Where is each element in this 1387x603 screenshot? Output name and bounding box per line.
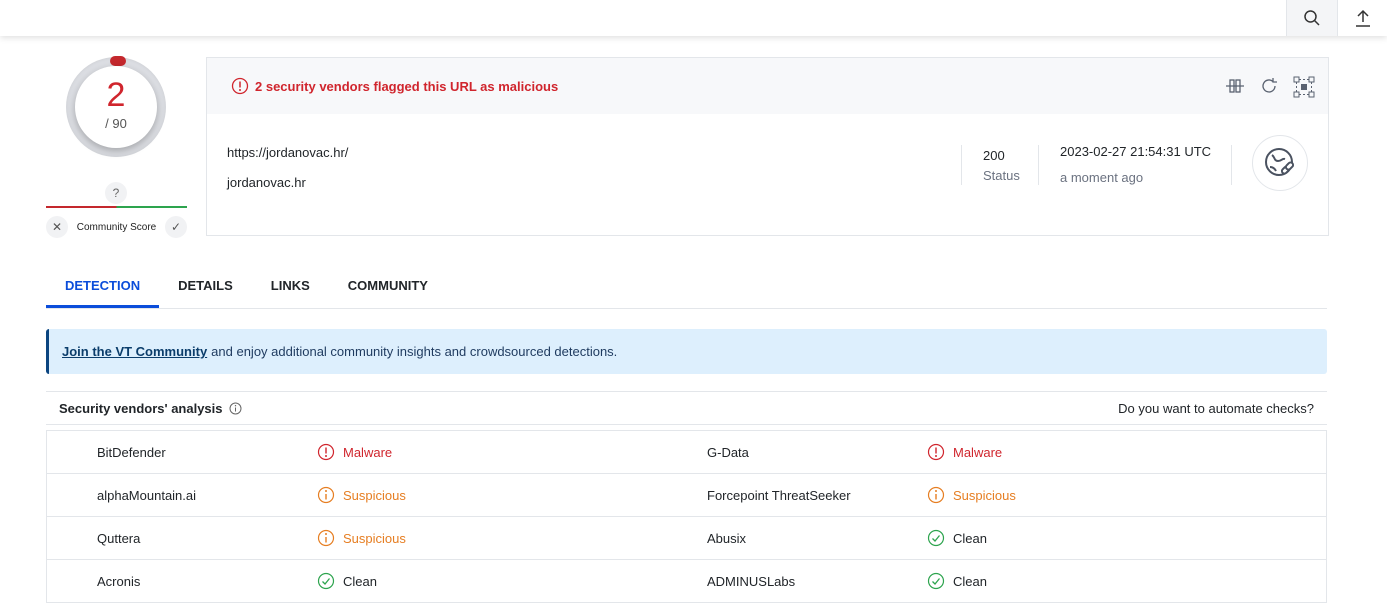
warning-icon [317,486,335,504]
detection-score-gauge: 2 / 90 [66,56,166,157]
relative-time: a moment ago [1060,170,1144,185]
result-label: Malware [953,444,1003,460]
divider [1231,145,1232,185]
result-label: Clean [953,573,987,589]
result-label: Clean [343,573,377,589]
upload-button[interactable] [1337,0,1387,36]
table-row: alphaMountain.ai Suspicious Forcepoint Thr… [47,474,1326,517]
vendor-result: Malware [317,443,392,461]
check-circle-icon [927,529,945,547]
check-circle-icon [317,572,335,590]
check-icon: ✓ [170,220,182,234]
result-label: Malware [343,444,393,460]
vendor-name: Quttera [97,530,141,546]
vendor-result: Suspicious [317,529,406,547]
alert-icon [927,443,945,461]
analysis-date: 2023-02-27 21:54:31 UTC a moment ago [1060,144,1211,185]
table-row: BitDefender Malware G-Data Malware [47,431,1326,474]
divider [961,145,962,185]
tab-links[interactable]: LINKS [252,268,329,308]
vendors-analysis-title: Security vendors' analysis [59,400,223,416]
vendor-result: Clean [927,529,987,547]
automate-checks-link[interactable]: Do you want to automate checks? [1118,401,1314,416]
vendor-result: Suspicious [927,486,1016,504]
total-engines: / 90 [105,116,127,131]
search-button[interactable] [1286,0,1337,36]
result-label: Suspicious [953,487,1016,503]
divider [1038,145,1039,185]
warning-icon [317,529,335,547]
community-score-label: Community Score [76,221,157,233]
vendor-result: Clean [317,572,377,590]
join-community-link[interactable]: Join the VT Community [62,344,207,359]
vote-malicious-button[interactable]: ✕ [46,216,68,238]
community-score-bar [46,206,187,208]
status-code: 200 [983,148,1005,163]
vote-harmless-button[interactable]: ✓ [165,216,187,238]
info-icon[interactable] [229,402,242,415]
community-banner: Join the VT Community and enjoy addition… [46,329,1327,374]
vendor-name: Acronis [97,573,141,589]
summary-card: 2 security vendors flagged this URL as m… [206,57,1329,236]
table-row: Quttera Suspicious Abusix Clean [47,517,1326,560]
detection-count: 2 [106,76,126,114]
result-label: Suspicious [343,530,406,546]
http-status: 200 Status [983,148,1020,183]
tab-detection[interactable]: DETECTION [46,268,160,308]
tab-bar: DETECTION DETAILS LINKS COMMUNITY [46,268,1327,309]
alert-icon [317,443,335,461]
vendor-result: Malware [927,443,1002,461]
top-bar [0,0,1387,36]
vendor-name: G-Data [707,444,749,460]
url-type-badge [1252,135,1308,191]
summary-title: 2 security vendors flagged this URL as m… [255,78,559,94]
vendor-name: alphaMountain.ai [97,487,197,503]
scanned-url[interactable]: https://jordanovac.hr/ [227,145,348,160]
reanalyze-icon[interactable] [1258,75,1280,97]
search-icon [1304,10,1320,26]
warning-icon [927,486,945,504]
vendor-name: Forcepoint ThreatSeeker [707,487,851,503]
community-score: ✕ Community Score ✓ [46,214,187,240]
vendor-result: Suspicious [317,486,406,504]
vendors-analysis-header: Security vendors' analysis Do you want t… [46,391,1327,425]
check-circle-icon [927,572,945,590]
vendors-table: BitDefender Malware G-Data Malware alphaMoun… [46,430,1327,603]
alert-icon [231,77,249,95]
tab-details[interactable]: DETAILS [159,268,252,308]
vendor-name: BitDefender [97,444,166,460]
domain[interactable]: jordanovac.hr [227,175,306,190]
status-label: Status [983,168,1020,183]
vendor-result: Clean [927,572,987,590]
upload-icon [1356,9,1370,27]
vendor-name: ADMINUSLabs [707,573,796,589]
tab-community[interactable]: COMMUNITY [329,268,447,308]
globe-link-icon [1265,148,1295,176]
gauge-indicator [110,56,126,66]
graph-icon[interactable] [1292,75,1316,99]
result-label: Clean [953,530,987,546]
table-row: Acronis Clean ADMINUSLabs Clean [47,560,1326,603]
community-score-value: ? [105,182,127,204]
close-icon: ✕ [51,220,63,234]
compare-icon[interactable] [1224,75,1246,97]
vendor-name: Abusix [707,530,747,546]
analysis-timestamp: 2023-02-27 21:54:31 UTC [1060,144,1212,159]
result-label: Suspicious [343,487,406,503]
banner-text: and enjoy additional community insights … [211,344,618,359]
